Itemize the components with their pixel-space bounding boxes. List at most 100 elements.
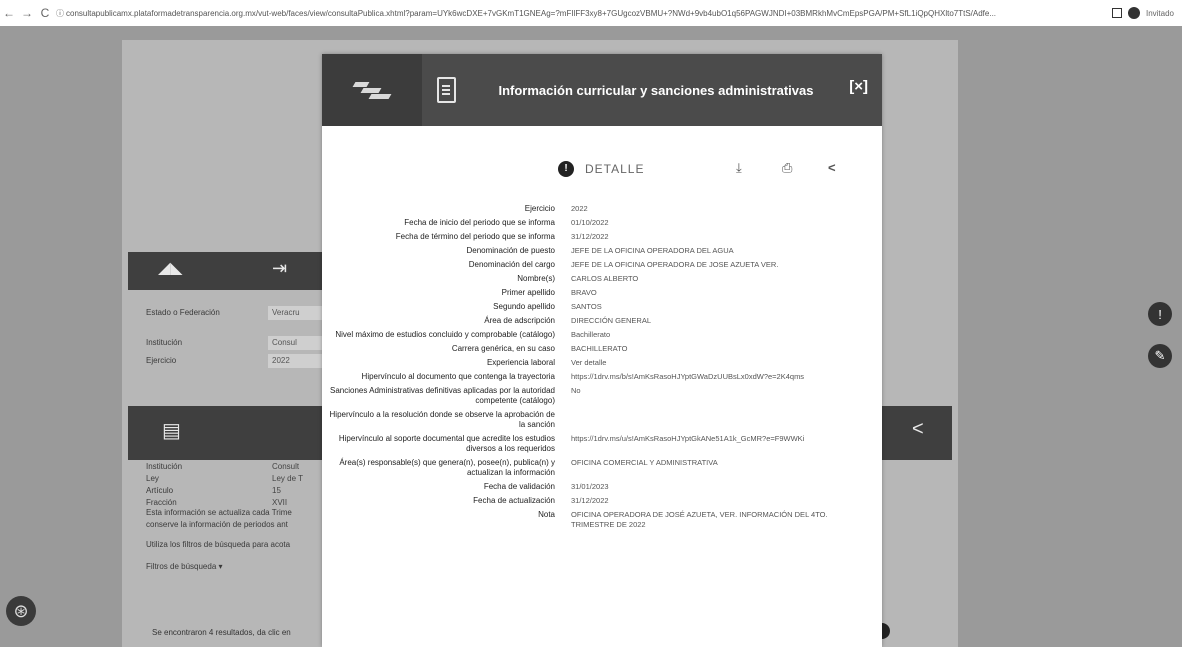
background-filter-field[interactable]: 2022 [268,354,324,368]
browser-toolbar: ← → C ⓘ consultapublicamx.plataformadetr… [0,0,1182,27]
field-value: JEFE DE LA OFICINA OPERADORA DE JOSE AZU… [571,260,779,269]
share-icon[interactable]: < [912,418,924,441]
field-label: Hipervínculo a la resolución donde se ob… [329,410,555,429]
background-info-label: Artículo [146,486,174,495]
detail-row: Denominación de puesto JEFE DE LA OFICINA… [322,244,882,256]
field-label: Nombre(s) [517,274,555,283]
background-filter-field[interactable]: Veracru [268,306,324,320]
field-label: Fecha de actualización [473,496,555,505]
site-info-icon[interactable]: ⓘ [54,8,66,19]
field-value: 2022 [571,204,588,213]
field-value: SANTOS [571,302,602,311]
print-icon[interactable]: ⎙ [782,160,792,176]
detail-row: Fecha de validación 31/01/2023 [322,480,882,492]
address-bar[interactable]: consultapublicamx.plataformadetransparen… [66,9,1104,18]
field-label: Fecha de validación [483,482,555,491]
field-label: Denominación del cargo [468,260,555,269]
background-info-value: 15 [272,486,281,495]
field-label: Carrera genérica, en su caso [451,344,555,353]
accessibility-icon[interactable]: ⊛ [6,596,36,626]
field-value[interactable]: https://1drv.ms/u/s!AmKsRasoHJYptGkANe51… [571,432,861,444]
background-info-value: Consult [272,462,300,471]
close-button[interactable]: [×] [849,78,868,95]
field-label: Sanciones Administrativas definitivas ap… [329,386,555,405]
document-icon: ▤ [162,420,181,442]
forward-button[interactable]: → [18,6,36,20]
detail-row: Carrera genérica, en su caso BACHILLERATO [322,342,882,354]
background-section-bar: ▤ [128,406,324,460]
detail-fields: Ejercicio 2022 Fecha de inicio del periodo… [322,202,882,532]
tab-square-icon[interactable] [1111,8,1122,18]
download-icon[interactable]: ⤓ [736,160,742,176]
logo-icon: ◢◣ [158,260,183,277]
modal-header: Información curricular y sanciones admin… [322,54,882,126]
share-icon[interactable]: < [828,160,836,175]
logo-icon [350,80,394,100]
field-value: 31/12/2022 [571,232,609,241]
detail-row: Área(s) responsable(s) que genera(n), po… [322,456,882,478]
field-value: JEFE DE LA OFICINA OPERADORA DEL AGUA [571,246,734,255]
field-label: Ejercicio [524,204,555,213]
field-label: Área(s) responsable(s) que genera(n), po… [339,458,555,477]
background-filter-label: Institución [146,338,183,347]
detail-row: Hipervínculo al soporte documental que a… [322,432,882,454]
detail-row: Nota OFICINA OPERADORA DE JOSÉ AZUETA, VE… [322,508,882,530]
login-icon[interactable]: ⇥ [272,258,287,279]
field-value[interactable]: Ver detalle [571,356,861,368]
field-value: 01/10/2022 [571,218,609,227]
detail-row: Hipervínculo al documento que contenga l… [322,370,882,382]
info-side-icon[interactable]: ! [1148,302,1172,326]
field-label: Hipervínculo al soporte documental que a… [338,434,555,453]
detail-row: Nivel máximo de estudios concluido y com… [322,328,882,340]
logo [322,54,422,126]
tools-side-icon[interactable]: ✎ [1148,344,1172,368]
detail-row: Fecha de inicio del periodo que se infor… [322,216,882,228]
background-filter-field[interactable]: Consul [268,336,324,350]
detail-row: Sanciones Administrativas definitivas ap… [322,384,882,406]
detail-row: Fecha de actualización 31/12/2022 [322,494,882,506]
background-info-value: Ley de T [272,474,303,483]
detail-row: Hipervínculo a la resolución donde se ob… [322,408,882,430]
field-value[interactable]: https://1drv.ms/b/s!AmKsRasoHJYptGWaDzUU… [571,370,861,382]
reload-button[interactable]: C [36,6,54,20]
update-note: Esta información se actualiza cada Trime [146,508,292,517]
detail-row: Área de adscripción DIRECCIÓN GENERAL [322,314,882,326]
field-label: Primer apellido [501,288,555,297]
field-value: OFICINA OPERADORA DE JOSÉ AZUETA, VER. I… [571,510,828,529]
field-value: BACHILLERATO [571,344,628,353]
background-filter-label: Ejercicio [146,356,177,365]
back-button[interactable]: ← [0,6,18,20]
field-value: BRAVO [571,288,597,297]
field-label: Segundo apellido [493,302,555,311]
filter-hint: Utiliza los filtros de búsqueda para aco… [146,540,291,549]
filters-toggle[interactable]: Filtros de búsqueda ▾ [146,562,223,571]
field-value: DIRECCIÓN GENERAL [571,316,652,325]
field-value: No [571,386,581,395]
document-icon [422,54,470,126]
detail-modal: Información curricular y sanciones admin… [322,54,882,647]
field-label: Experiencia laboral [486,358,555,367]
detail-row: Denominación del cargo JEFE DE LA OFICINA… [322,258,882,270]
field-value: 31/12/2022 [571,496,609,505]
field-label: Hipervínculo al documento que contenga l… [361,372,555,381]
detail-row: Nombre(s) CARLOS ALBERTO [322,272,882,284]
field-value: Bachillerato [571,330,611,339]
field-label: Denominación de puesto [466,246,555,255]
detail-row: Segundo apellido SANTOS [322,300,882,312]
field-label: Nota [538,510,555,519]
field-label: Nivel máximo de estudios concluido y com… [335,330,555,339]
background-info-label: Institución [146,462,183,471]
field-label: Área de adscripción [484,316,555,325]
chevron-down-icon: ▾ [218,562,223,571]
detail-toolbar: ! DETALLE ⤓ ⎙ < [322,154,882,184]
background-filter-label: Estado o Federación [146,308,220,317]
field-value: 31/01/2023 [571,482,609,491]
profile-icon[interactable] [1127,7,1140,19]
profile-label[interactable]: Invitado [1146,9,1174,18]
field-label: Fecha de término del periodo que se info… [395,232,555,241]
detail-row: Fecha de término del periodo que se info… [322,230,882,242]
modal-title: Información curricular y sanciones admin… [498,82,814,98]
field-value [571,408,861,410]
background-info-value: XVII [272,498,288,507]
detail-row: Experiencia laboral Ver detalle [322,356,882,368]
